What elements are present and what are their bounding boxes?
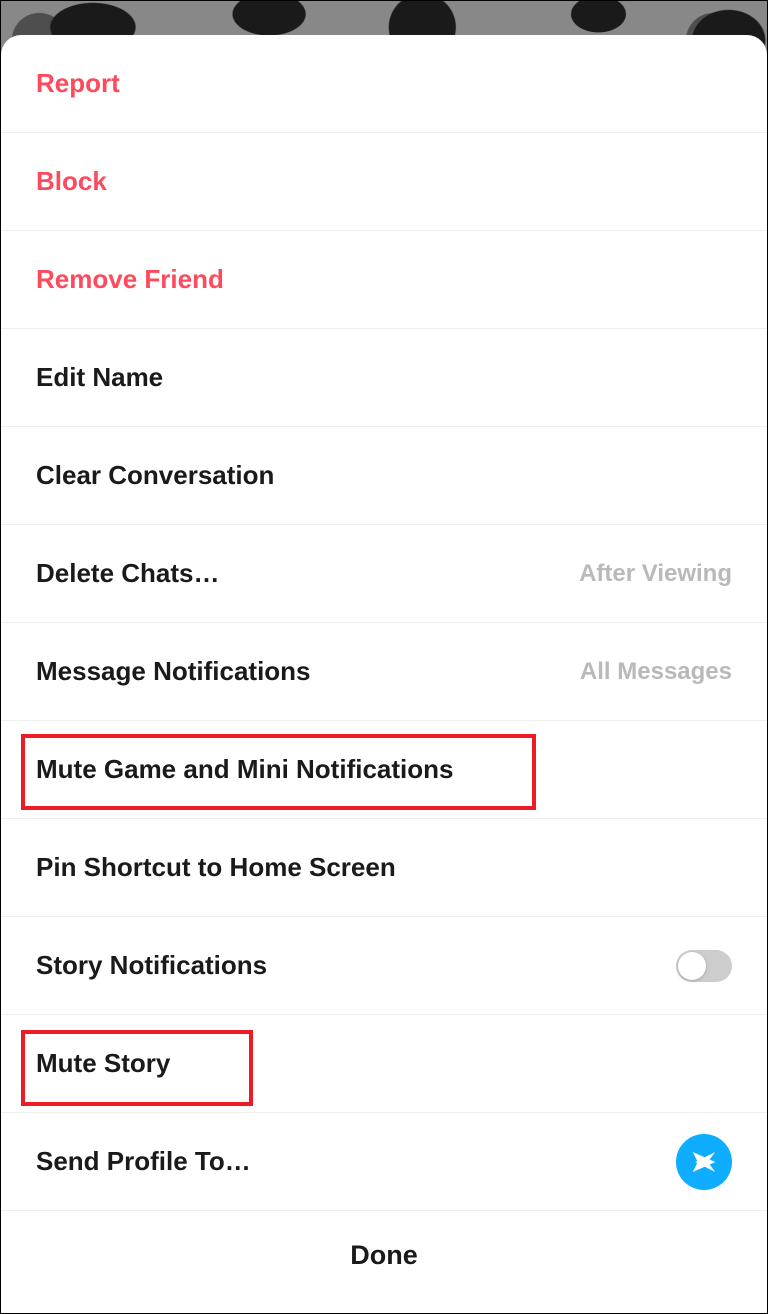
- send-profile-label: Send Profile To…: [36, 1146, 251, 1177]
- pin-shortcut-label: Pin Shortcut to Home Screen: [36, 852, 396, 883]
- delete-chats-button[interactable]: Delete Chats… After Viewing: [1, 525, 767, 623]
- edit-name-label: Edit Name: [36, 362, 163, 393]
- report-button[interactable]: Report: [1, 35, 767, 133]
- delete-chats-value: After Viewing: [579, 560, 732, 588]
- message-notifications-value: All Messages: [580, 658, 732, 686]
- mute-story-button[interactable]: Mute Story: [1, 1015, 767, 1113]
- remove-friend-button[interactable]: Remove Friend: [1, 231, 767, 329]
- block-label: Block: [36, 166, 107, 197]
- done-button[interactable]: Done: [1, 1211, 767, 1299]
- story-notifications-toggle[interactable]: [676, 950, 732, 982]
- delete-chats-label: Delete Chats…: [36, 558, 220, 589]
- clear-conversation-button[interactable]: Clear Conversation: [1, 427, 767, 525]
- message-notifications-button[interactable]: Message Notifications All Messages: [1, 623, 767, 721]
- pin-shortcut-button[interactable]: Pin Shortcut to Home Screen: [1, 819, 767, 917]
- toggle-knob: [678, 952, 706, 980]
- mute-game-mini-button[interactable]: Mute Game and Mini Notifications: [1, 721, 767, 819]
- clear-conversation-label: Clear Conversation: [36, 460, 274, 491]
- send-profile-button[interactable]: Send Profile To…: [1, 1113, 767, 1211]
- report-label: Report: [36, 68, 120, 99]
- send-icon[interactable]: [676, 1134, 732, 1190]
- edit-name-button[interactable]: Edit Name: [1, 329, 767, 427]
- message-notifications-label: Message Notifications: [36, 656, 311, 687]
- block-button[interactable]: Block: [1, 133, 767, 231]
- action-sheet: Report Block Remove Friend Edit Name Cle…: [1, 35, 767, 1313]
- story-notifications-label: Story Notifications: [36, 950, 267, 981]
- mute-story-label: Mute Story: [36, 1048, 170, 1079]
- done-label: Done: [350, 1240, 418, 1271]
- story-notifications-row: Story Notifications: [1, 917, 767, 1015]
- remove-friend-label: Remove Friend: [36, 264, 224, 295]
- mute-game-mini-label: Mute Game and Mini Notifications: [36, 754, 453, 785]
